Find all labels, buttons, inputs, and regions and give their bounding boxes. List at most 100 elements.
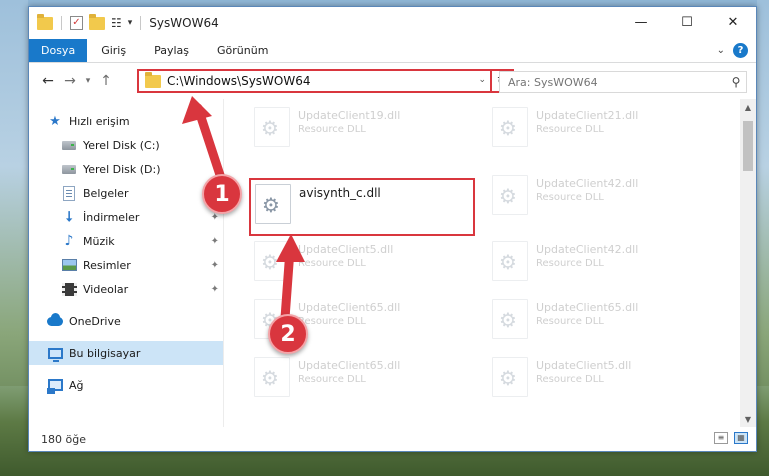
scroll-down-arrow-icon[interactable]: ▼ [740,411,756,427]
sidebar-item-label: Resimler [83,258,131,272]
dll-file-icon [492,357,528,397]
separator [61,16,62,30]
status-bar: 180 öğe ≡ ▦ [29,427,756,451]
sidebar-item-this-pc[interactable]: Bu bilgisayar [29,341,223,365]
onedrive-icon [47,312,63,329]
dll-file-icon [254,107,290,147]
file-item[interactable]: UpdateClient42.dll Resource DLL [492,241,702,287]
sidebar-item-label: Videolar [83,282,129,296]
scroll-up-arrow-icon[interactable]: ▲ [740,99,756,115]
file-name: UpdateClient5.dll [536,359,632,372]
file-type: Resource DLL [536,316,604,327]
sidebar-item-documents[interactable]: Belgeler [29,181,223,205]
document-icon [61,185,77,201]
file-type: Resource DLL [536,374,604,385]
vertical-scrollbar[interactable]: ▲ ▼ [740,99,756,427]
file-name: UpdateClient42.dll [536,177,639,190]
folder-icon[interactable] [37,13,53,30]
dll-file-icon [492,241,528,281]
file-item[interactable]: UpdateClient65.dll Resource DLL [254,357,464,403]
pin-icon[interactable]: ✦ [211,284,219,295]
file-item[interactable]: UpdateClient42.dll Resource DLL [492,175,702,221]
maximize-button[interactable]: ☐ [664,7,710,37]
sidebar-item-local-disk-c[interactable]: Yerel Disk (C:) [29,133,223,157]
back-arrow-icon[interactable]: ← [37,73,59,89]
sidebar-item-network[interactable]: Ağ [29,373,223,397]
file-list: UpdateClient19.dll Resource DLL avisynth_… [224,99,756,427]
sidebar-item-music[interactable]: ♪ Müzik ✦ [29,229,223,253]
callout-step-1: 1 [202,174,242,214]
file-type: Resource DLL [298,374,366,385]
address-path[interactable]: C:\Windows\SysWOW64 [167,74,311,88]
video-icon [61,281,77,297]
navigation-bar: ← → ▾ ↑ C:\Windows\SysWOW64 ⌄ ↻ ⚲ [29,63,756,99]
file-name: UpdateClient5.dll [298,243,394,256]
address-bar[interactable]: C:\Windows\SysWOW64 ⌄ [137,69,492,93]
body-area: ★ Hızlı erişim Yerel Disk (C:) Yerel Dis… [29,99,756,427]
pictures-icon [61,257,77,273]
sidebar-item-local-disk-d[interactable]: Yerel Disk (D:) [29,157,223,181]
tab-view[interactable]: Görünüm [203,39,282,62]
forward-arrow-icon[interactable]: → [59,73,81,89]
disk-icon [61,161,77,177]
file-name: avisynth_c.dll [299,186,381,200]
file-item-avisynth-c-dll[interactable]: avisynth_c.dll [249,178,475,236]
callout-step-2: 2 [268,314,308,354]
search-icon[interactable]: ⚲ [726,75,746,89]
large-icons-view-icon[interactable]: ▦ [734,432,748,444]
file-name: UpdateClient65.dll [298,301,401,314]
file-type: Resource DLL [536,124,604,135]
file-item[interactable]: UpdateClient5.dll Resource DLL [254,241,464,287]
this-pc-icon [47,345,63,362]
file-type: Resource DLL [536,258,604,269]
dll-file-icon [492,107,528,147]
customize-toolbar-icon[interactable]: ▾ [128,18,133,28]
tab-share[interactable]: Paylaş [140,39,203,62]
sidebar-item-videos[interactable]: Videolar ✦ [29,277,223,301]
address-dropdown-chevron-icon[interactable]: ⌄ [478,75,486,85]
new-folder-icon[interactable] [89,13,105,30]
window-title: SysWOW64 [149,16,219,30]
network-icon [46,377,63,394]
file-type: Resource DLL [298,316,366,327]
sidebar-item-label: İndirmeler [83,210,140,224]
sidebar-item-quick-access[interactable]: ★ Hızlı erişim [29,109,223,133]
tab-home[interactable]: Giriş [87,39,140,62]
properties-check-icon[interactable]: ✓ [70,16,83,30]
up-arrow-icon[interactable]: ↑ [95,73,117,89]
scrollbar-thumb[interactable] [743,121,753,171]
close-button[interactable]: ✕ [710,7,756,37]
sidebar-item-downloads[interactable]: ⭣ İndirmeler ✦ [29,205,223,229]
properties-icon[interactable]: ☷ [111,16,122,30]
sidebar-item-onedrive[interactable]: OneDrive [29,309,223,333]
sidebar-item-label: Müzik [83,234,115,248]
folder-icon [145,71,161,88]
sidebar-item-label: OneDrive [69,314,121,328]
view-buttons: ≡ ▦ [714,432,748,444]
pin-icon[interactable]: ✦ [211,236,219,247]
file-name: UpdateClient65.dll [298,359,401,372]
file-type: Resource DLL [298,124,366,135]
star-icon: ★ [49,113,61,129]
recent-locations-chevron-icon[interactable]: ▾ [81,76,95,86]
file-item[interactable]: UpdateClient65.dll Resource DLL [492,299,702,345]
dll-file-icon [254,241,290,281]
music-icon: ♪ [64,233,74,249]
search-box[interactable]: ⚲ [499,71,747,93]
file-item[interactable]: UpdateClient19.dll Resource DLL [254,107,464,153]
separator [140,16,142,30]
expand-ribbon-chevron-icon[interactable]: ⌄ [717,45,725,56]
help-icon[interactable]: ? [733,43,748,58]
file-item[interactable]: UpdateClient5.dll Resource DLL [492,357,702,403]
dll-file-icon [254,357,290,397]
search-input[interactable] [508,73,726,91]
minimize-button[interactable]: — [618,7,664,37]
details-view-icon[interactable]: ≡ [714,432,728,444]
file-name: UpdateClient21.dll [536,109,639,122]
pin-icon[interactable]: ✦ [211,260,219,271]
file-item[interactable]: UpdateClient21.dll Resource DLL [492,107,702,153]
tab-file[interactable]: Dosya [29,39,88,62]
navigation-pane: ★ Hızlı erişim Yerel Disk (C:) Yerel Dis… [29,99,224,427]
file-type: Resource DLL [298,258,366,269]
sidebar-item-pictures[interactable]: Resimler ✦ [29,253,223,277]
